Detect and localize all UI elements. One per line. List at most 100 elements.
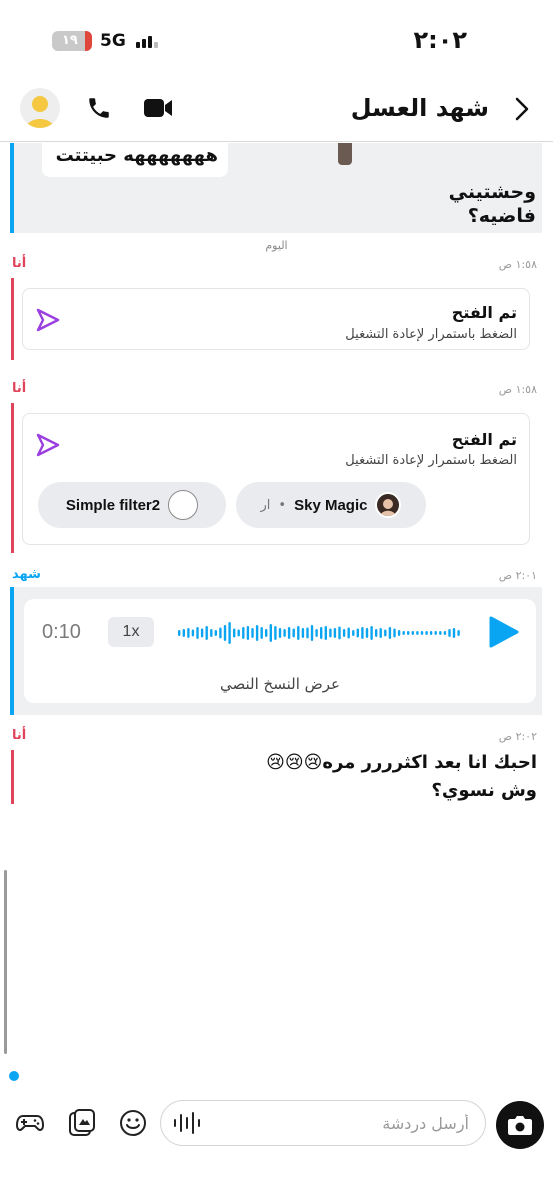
waveform-bar — [301, 628, 305, 638]
waveform-bar — [191, 629, 195, 637]
voice-note-card[interactable]: 0:10 1x عرض النسخ النصي — [24, 599, 536, 703]
message-text: فاضيه؟ — [467, 205, 536, 227]
sender-label: أنا — [12, 256, 27, 271]
chat-input-container[interactable] — [160, 1100, 486, 1146]
waveform-bar — [407, 631, 410, 635]
day-separator: اليوم — [265, 239, 288, 252]
waveform-bar — [388, 627, 392, 639]
dot-separator: • — [278, 497, 287, 513]
message-text[interactable]: احبك انا بعد اكثرررر مره😢😢😢 — [266, 752, 537, 773]
typing-indicator — [9, 1071, 19, 1081]
waveform-bar — [265, 629, 268, 637]
waveform-bar — [384, 629, 387, 637]
waveform-bar — [457, 630, 460, 636]
waveform-bar — [210, 629, 213, 637]
camera-button[interactable] — [496, 1101, 544, 1149]
battery-percent: ١٩ — [62, 33, 78, 48]
waveform-bar — [187, 628, 190, 638]
chat-header: شهد العسل — [0, 82, 553, 142]
filter-chip-simple-filter2[interactable]: Simple filter2 — [38, 482, 226, 528]
sender-label: أنا — [12, 381, 27, 396]
filter-icon — [168, 490, 199, 520]
waveform-bar — [178, 630, 181, 636]
playback-speed-button[interactable]: 1x — [108, 617, 154, 647]
sender-label: أنا — [12, 728, 27, 743]
message-timestamp: ١:٥٨ ص — [498, 383, 537, 396]
signal-icon — [136, 36, 158, 48]
waveform-bar — [260, 627, 263, 639]
waveform-bar — [411, 631, 414, 635]
status-bar: ١٩ 5G ٢:٠٢ — [0, 0, 553, 80]
waveform-bar — [255, 625, 259, 641]
sticker-icon[interactable] — [67, 1108, 97, 1138]
previous-message-block: هههههههه حبيتتت وحشتيني فاضيه؟ — [10, 143, 542, 233]
gamepad-icon[interactable] — [15, 1108, 45, 1138]
play-icon[interactable] — [486, 615, 520, 649]
waveform-bar — [292, 628, 295, 638]
snap-hint: الضغط باستمرار لإعادة التشغيل — [345, 453, 517, 468]
snap-status: تم الفتح — [451, 303, 517, 322]
waveform-bar — [237, 629, 240, 637]
message-timestamp: ٢:٠١ ص — [498, 569, 537, 582]
waveform-bar — [329, 628, 332, 638]
waveform-bar — [269, 624, 272, 642]
phone-icon[interactable] — [84, 93, 114, 123]
scrollbar[interactable] — [4, 870, 7, 1054]
waveform-bar — [370, 626, 373, 640]
waveform-bar — [443, 631, 447, 635]
status-time: ٢:٠٢ — [413, 26, 467, 54]
waveform-bar — [246, 626, 250, 640]
waveform-bar — [452, 628, 456, 638]
waveform-bar — [324, 626, 327, 640]
waveform-bar — [352, 630, 355, 636]
message-text[interactable]: وش نسوي؟ — [431, 780, 537, 801]
waveform-bar — [287, 627, 291, 639]
waveform-bar — [297, 626, 300, 640]
filter-chip-sky-magic[interactable]: ار • Sky Magic — [236, 482, 426, 528]
sender-bar — [11, 278, 14, 360]
waveform-bar — [200, 628, 204, 638]
waveform-bar — [182, 629, 185, 637]
waveform-bar — [315, 629, 318, 637]
video-icon[interactable] — [143, 93, 173, 123]
waveform-bar — [375, 629, 378, 637]
snap-card[interactable]: تم الفتح الضغط باستمرار لإعادة التشغيل — [22, 288, 530, 350]
view-transcript-link[interactable]: عرض النسخ النصي — [24, 675, 536, 693]
waveform-bar — [283, 629, 286, 637]
waveform-bar — [397, 630, 401, 636]
chat-title[interactable]: شهد العسل — [351, 94, 489, 122]
waveform-bar — [439, 631, 442, 635]
chevron-right-icon[interactable] — [509, 94, 535, 124]
quoted-message[interactable]: هههههههه حبيتتت — [42, 143, 228, 177]
message-timestamp: ٢:٠٢ ص — [498, 730, 537, 743]
waveform-icon[interactable] — [173, 1112, 201, 1134]
battery-level — [85, 31, 92, 51]
waveform-bar — [434, 631, 437, 635]
waveform-bar — [365, 628, 369, 638]
waveform-bar — [379, 628, 382, 638]
smiley-icon[interactable] — [118, 1108, 148, 1138]
chat-input[interactable] — [207, 1101, 469, 1145]
sender-bar — [11, 403, 14, 553]
waveform-bar — [402, 631, 405, 635]
waveform-bar — [356, 628, 359, 638]
waveform-bar — [196, 627, 199, 639]
filter-avatar — [375, 492, 402, 518]
sender-label: شهد — [12, 567, 41, 582]
waveform-bar — [242, 627, 245, 639]
waveform-bar — [278, 628, 282, 638]
waveform-bar — [429, 631, 433, 635]
voice-duration: 0:10 — [42, 621, 81, 643]
waveform-bar — [361, 627, 364, 639]
waveform-bar — [338, 626, 341, 640]
avatar[interactable] — [20, 88, 60, 128]
waveform-bar — [448, 629, 451, 637]
waveform-bar — [251, 628, 254, 638]
waveform-bar — [420, 631, 424, 635]
voice-message-block: 0:10 1x عرض النسخ النصي — [10, 587, 542, 715]
sender-bar — [11, 750, 14, 804]
snap-card[interactable]: تم الفتح الضغط باستمرار لإعادة التشغيل S… — [22, 413, 530, 545]
waveform — [178, 622, 460, 644]
composer-bar — [0, 1090, 553, 1200]
quoted-thumbnail — [338, 143, 352, 165]
